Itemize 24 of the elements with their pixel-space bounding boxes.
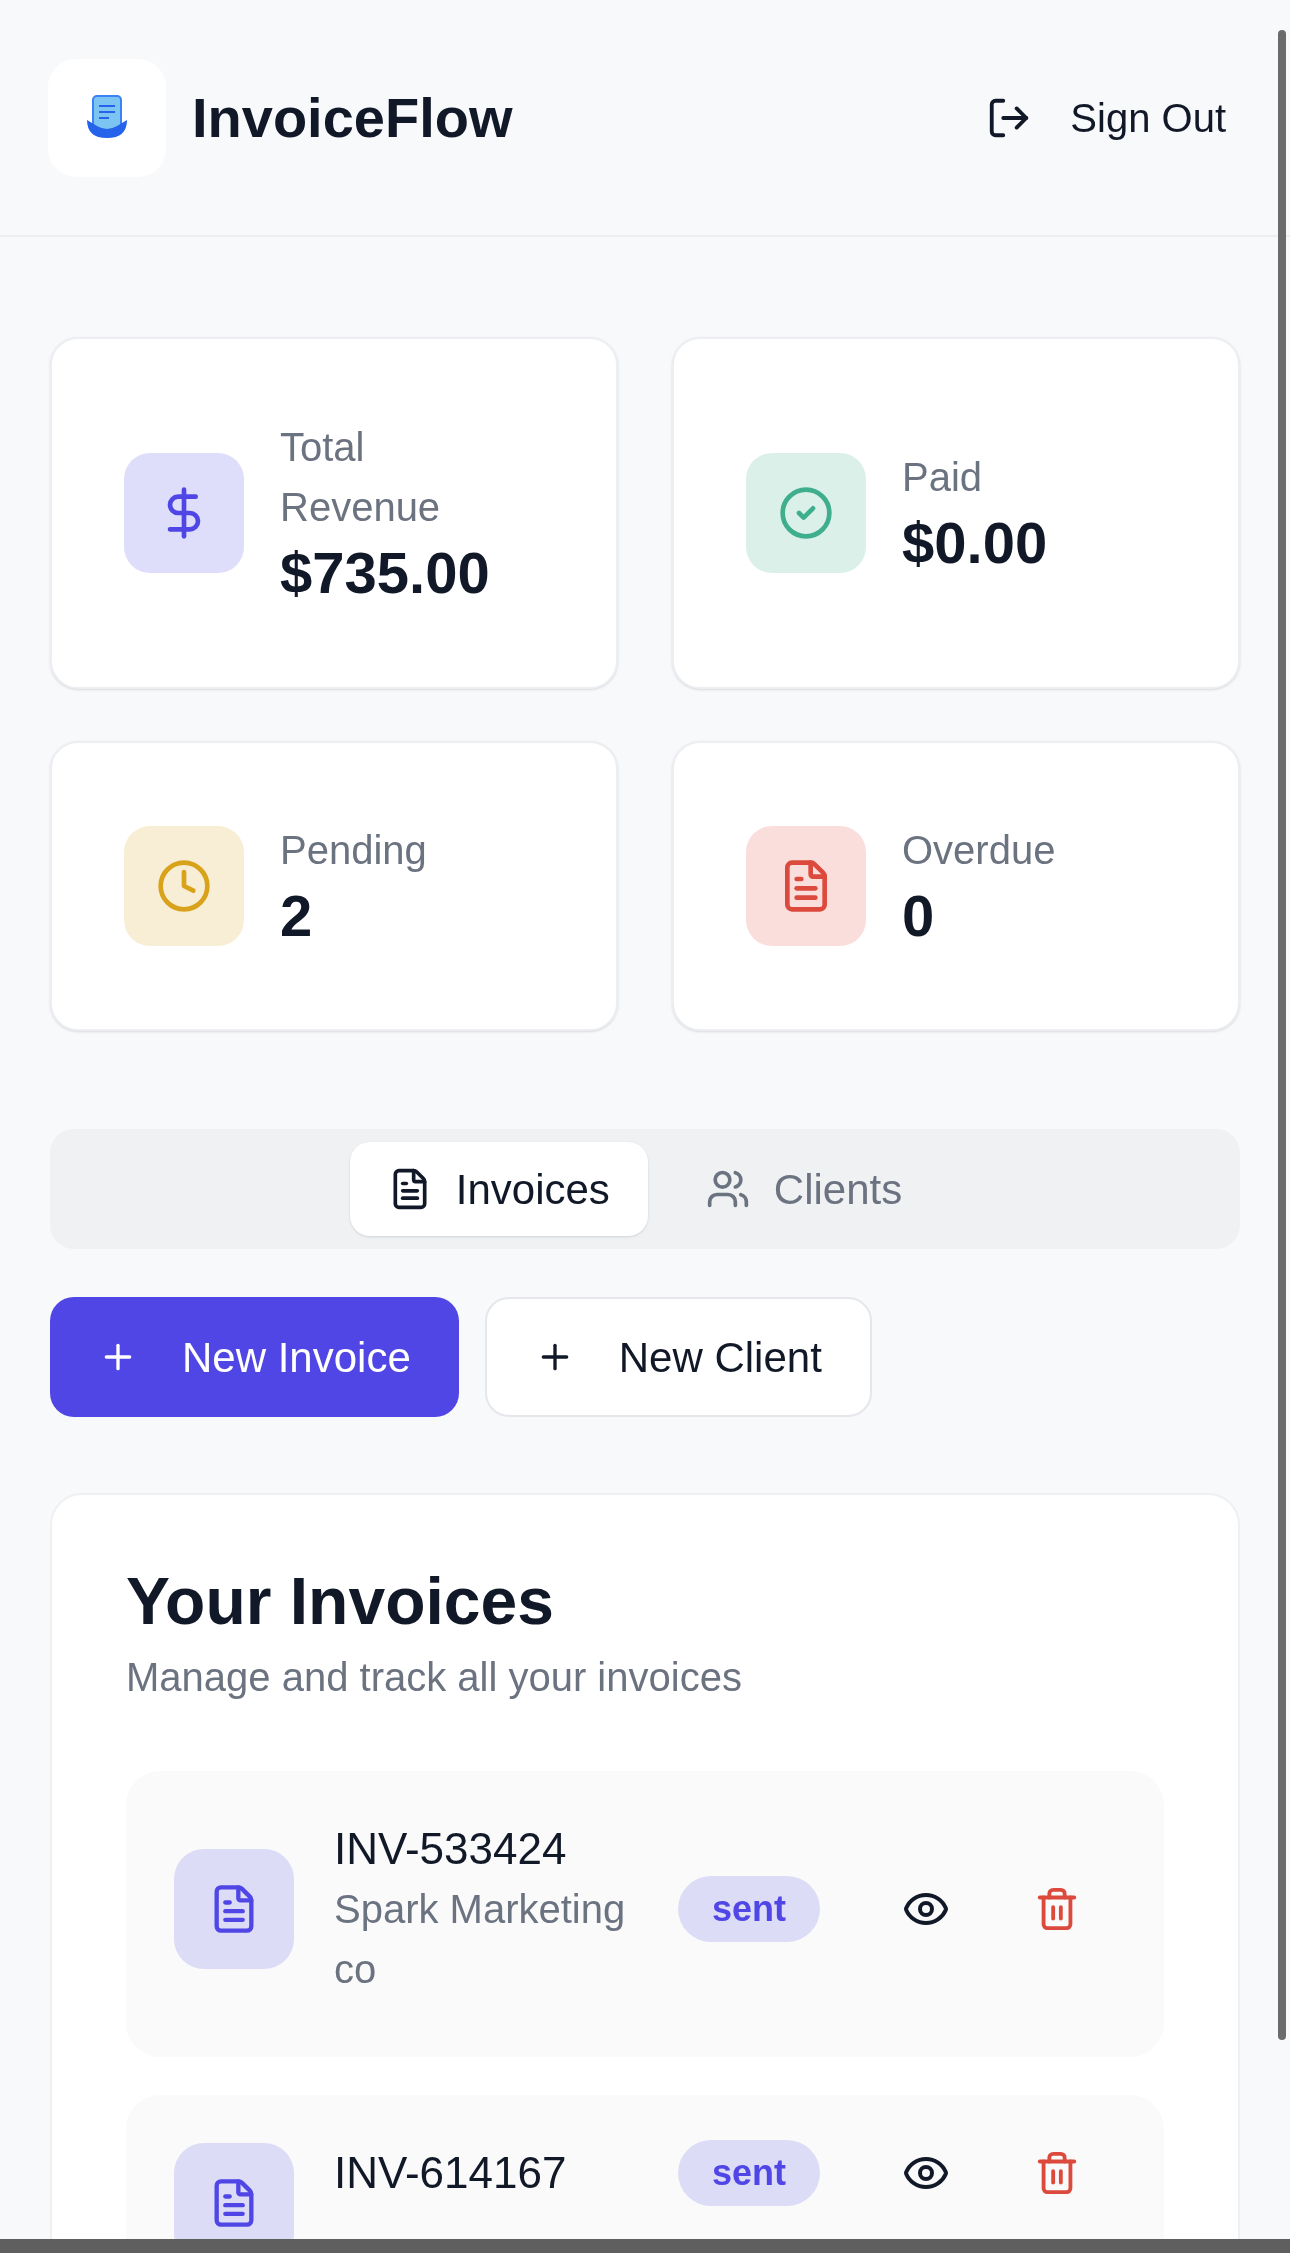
app-title: InvoiceFlow: [192, 84, 513, 151]
secondary-button[interactable]: New Client: [484, 1297, 872, 1417]
stat-label: Overdue: [902, 827, 1056, 874]
sign-out-button[interactable]: Sign Out: [986, 87, 1226, 148]
stat-value: $735.00: [280, 539, 490, 607]
tab[interactable]: Clients: [667, 1142, 941, 1236]
stat-label: Total Revenue: [280, 424, 442, 531]
status-badge: sent: [678, 2140, 821, 2206]
primary-button[interactable]: New Invoice: [50, 1297, 459, 1417]
client-name: Spark Marketing co: [334, 1886, 627, 1993]
invoice-number: INV-533424: [334, 1823, 568, 1875]
invoice-row[interactable]: INV-614167 sent: [126, 2095, 1164, 2239]
invoice-number: INV-614167: [334, 2147, 568, 2199]
invoice-row[interactable]: INV-533424 Spark Marketing co sent: [126, 1771, 1164, 2057]
stat-value: 2: [280, 882, 314, 950]
scrollbar[interactable]: [1278, 30, 1286, 2040]
stat-label: Paid: [902, 454, 984, 501]
stat-value: $0.00: [902, 509, 1048, 577]
status-badge: sent: [678, 1876, 821, 1942]
section-subtitle: Manage and track all your invoices: [126, 1654, 743, 1701]
tab[interactable]: Invoices: [349, 1142, 648, 1236]
stat-label: Pending: [280, 827, 427, 874]
stat-value: 0: [902, 882, 936, 950]
section-title: Your Invoices: [126, 1563, 555, 1640]
